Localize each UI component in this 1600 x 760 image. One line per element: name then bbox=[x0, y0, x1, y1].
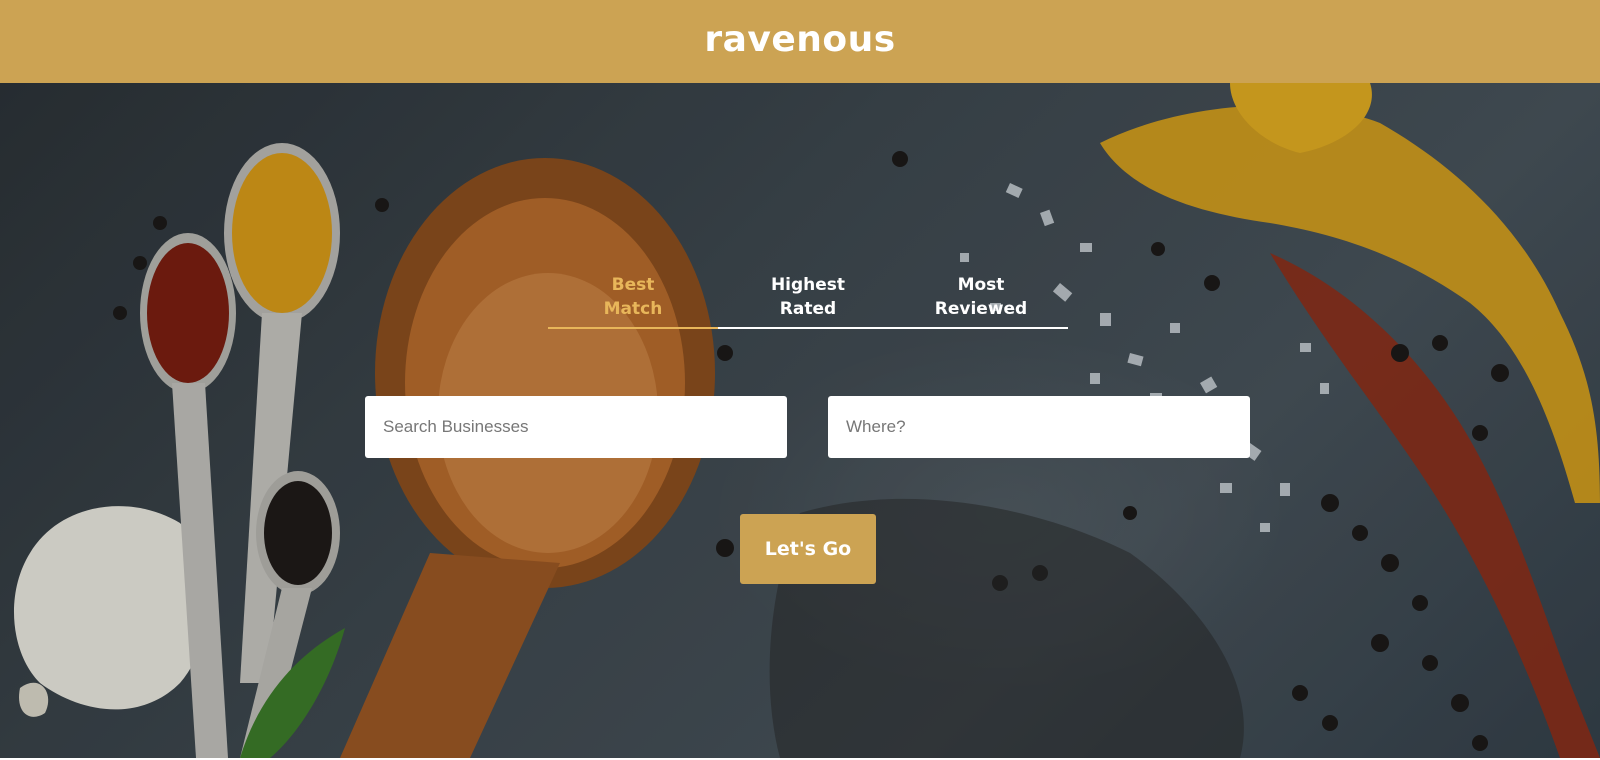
sort-tab-active-underline bbox=[548, 327, 718, 329]
hero-overlay bbox=[0, 83, 1600, 758]
app-logo[interactable]: ravenous bbox=[704, 19, 895, 60]
lets-go-button[interactable]: Let's Go bbox=[740, 514, 876, 584]
search-businesses-input[interactable] bbox=[365, 396, 787, 458]
sort-tab-label-line2: Match bbox=[603, 299, 663, 319]
sort-tab-label-line2: Rated bbox=[779, 299, 837, 319]
location-input[interactable] bbox=[828, 396, 1250, 458]
sort-tab-highest-rated[interactable]: Highest Rated bbox=[748, 273, 868, 321]
sort-tab-most-reviewed[interactable]: Most Reviewed bbox=[921, 273, 1041, 321]
app-header: ravenous bbox=[0, 0, 1600, 83]
hero-section: Best Match Highest Rated Most Reviewed bbox=[0, 83, 1600, 758]
sort-tab-label-line1: Highest bbox=[770, 275, 846, 295]
sort-tab-best-match[interactable]: Best Match bbox=[573, 273, 693, 321]
sort-tab-label-line1: Best bbox=[611, 275, 655, 295]
sort-tab-label-line1: Most bbox=[957, 275, 1005, 295]
sort-tab-label-line2: Reviewed bbox=[934, 299, 1028, 319]
